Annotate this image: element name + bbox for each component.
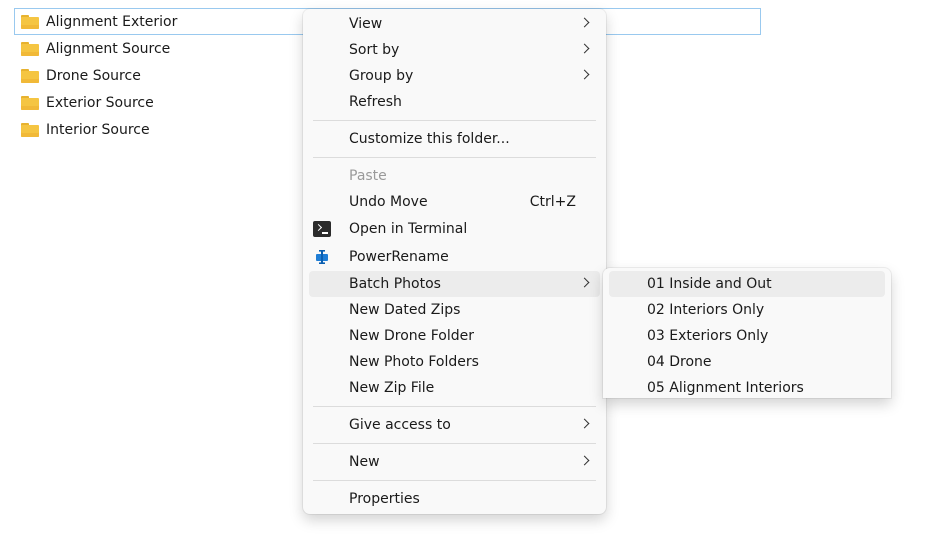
menu-item-label: New: [349, 454, 380, 470]
menu-item-batch-photos[interactable]: Batch Photos: [309, 271, 600, 297]
menu-item-customize[interactable]: Customize this folder...: [309, 126, 600, 152]
chevron-right-icon: [579, 418, 590, 429]
powerrename-icon: [313, 249, 331, 265]
menu-item-new-zip-file[interactable]: New Zip File: [309, 375, 600, 401]
file-name: Alignment Exterior: [46, 13, 178, 30]
menu-item-label: Customize this folder...: [349, 131, 510, 147]
batch-photos-submenu: 01 Inside and Out 02 Interiors Only 03 E…: [603, 268, 891, 398]
submenu-item-label: 02 Interiors Only: [647, 302, 765, 318]
menu-item-new-drone-folder[interactable]: New Drone Folder: [309, 323, 600, 349]
context-menu: View Sort by Group by Refresh Customize …: [303, 9, 606, 514]
file-name: Drone Source: [46, 67, 141, 84]
chevron-right-icon: [579, 69, 590, 80]
menu-item-label: Refresh: [349, 94, 402, 110]
menu-item-new-photo-folders[interactable]: New Photo Folders: [309, 349, 600, 375]
menu-item-label: Batch Photos: [349, 276, 441, 292]
menu-item-view[interactable]: View: [309, 11, 600, 37]
chevron-right-icon: [579, 43, 590, 54]
menu-separator: [313, 157, 596, 158]
menu-item-label: New Zip File: [349, 380, 435, 396]
menu-item-label: New Drone Folder: [349, 328, 474, 344]
menu-item-new-dated-zips[interactable]: New Dated Zips: [309, 297, 600, 323]
submenu-item-label: 03 Exteriors Only: [647, 328, 769, 344]
menu-separator: [313, 120, 596, 121]
menu-separator: [313, 480, 596, 481]
menu-item-new[interactable]: New: [309, 449, 600, 475]
submenu-item-alignment-interiors[interactable]: 05 Alignment Interiors: [609, 375, 885, 398]
menu-item-refresh[interactable]: Refresh: [309, 89, 600, 115]
menu-item-label: View: [349, 16, 383, 32]
terminal-icon: [313, 221, 331, 237]
submenu-item-drone[interactable]: 04 Drone: [609, 349, 885, 375]
chevron-right-icon: [579, 277, 590, 288]
submenu-item-label: 01 Inside and Out: [647, 276, 772, 292]
submenu-item-label: 05 Alignment Interiors: [647, 380, 804, 396]
menu-item-label: Give access to: [349, 417, 451, 433]
submenu-item-label: 04 Drone: [647, 354, 712, 370]
menu-item-label: Undo Move: [349, 194, 428, 210]
menu-item-paste: Paste: [309, 163, 600, 189]
file-name: Exterior Source: [46, 94, 154, 111]
menu-item-label: Properties: [349, 491, 420, 507]
submenu-item-exteriors-only[interactable]: 03 Exteriors Only: [609, 323, 885, 349]
menu-separator: [313, 406, 596, 407]
chevron-right-icon: [579, 455, 590, 466]
menu-item-label: Sort by: [349, 42, 400, 58]
menu-item-label: Group by: [349, 68, 414, 84]
file-name: Interior Source: [46, 121, 150, 138]
menu-separator: [313, 443, 596, 444]
chevron-right-icon: [579, 17, 590, 28]
menu-item-open-terminal[interactable]: Open in Terminal: [309, 216, 600, 242]
submenu-item-inside-and-out[interactable]: 01 Inside and Out: [609, 271, 885, 297]
menu-item-label: Open in Terminal: [349, 221, 468, 237]
submenu-item-interiors-only[interactable]: 02 Interiors Only: [609, 297, 885, 323]
menu-item-give-access[interactable]: Give access to: [309, 412, 600, 438]
menu-item-label: New Photo Folders: [349, 354, 479, 370]
menu-item-undo-move[interactable]: Undo Move Ctrl+Z: [309, 189, 600, 215]
folder-icon: [21, 41, 39, 56]
folder-icon: [21, 14, 39, 29]
menu-item-shortcut: Ctrl+Z: [529, 194, 576, 210]
folder-icon: [21, 122, 39, 137]
menu-item-group-by[interactable]: Group by: [309, 63, 600, 89]
menu-item-label: New Dated Zips: [349, 302, 461, 318]
menu-item-label: PowerRename: [349, 249, 449, 265]
folder-icon: [21, 68, 39, 83]
folder-icon: [21, 95, 39, 110]
menu-item-powerrename[interactable]: PowerRename: [309, 244, 600, 270]
menu-item-sort-by[interactable]: Sort by: [309, 37, 600, 63]
file-name: Alignment Source: [46, 40, 171, 57]
menu-item-properties[interactable]: Properties: [309, 486, 600, 512]
menu-item-label: Paste: [349, 168, 387, 184]
